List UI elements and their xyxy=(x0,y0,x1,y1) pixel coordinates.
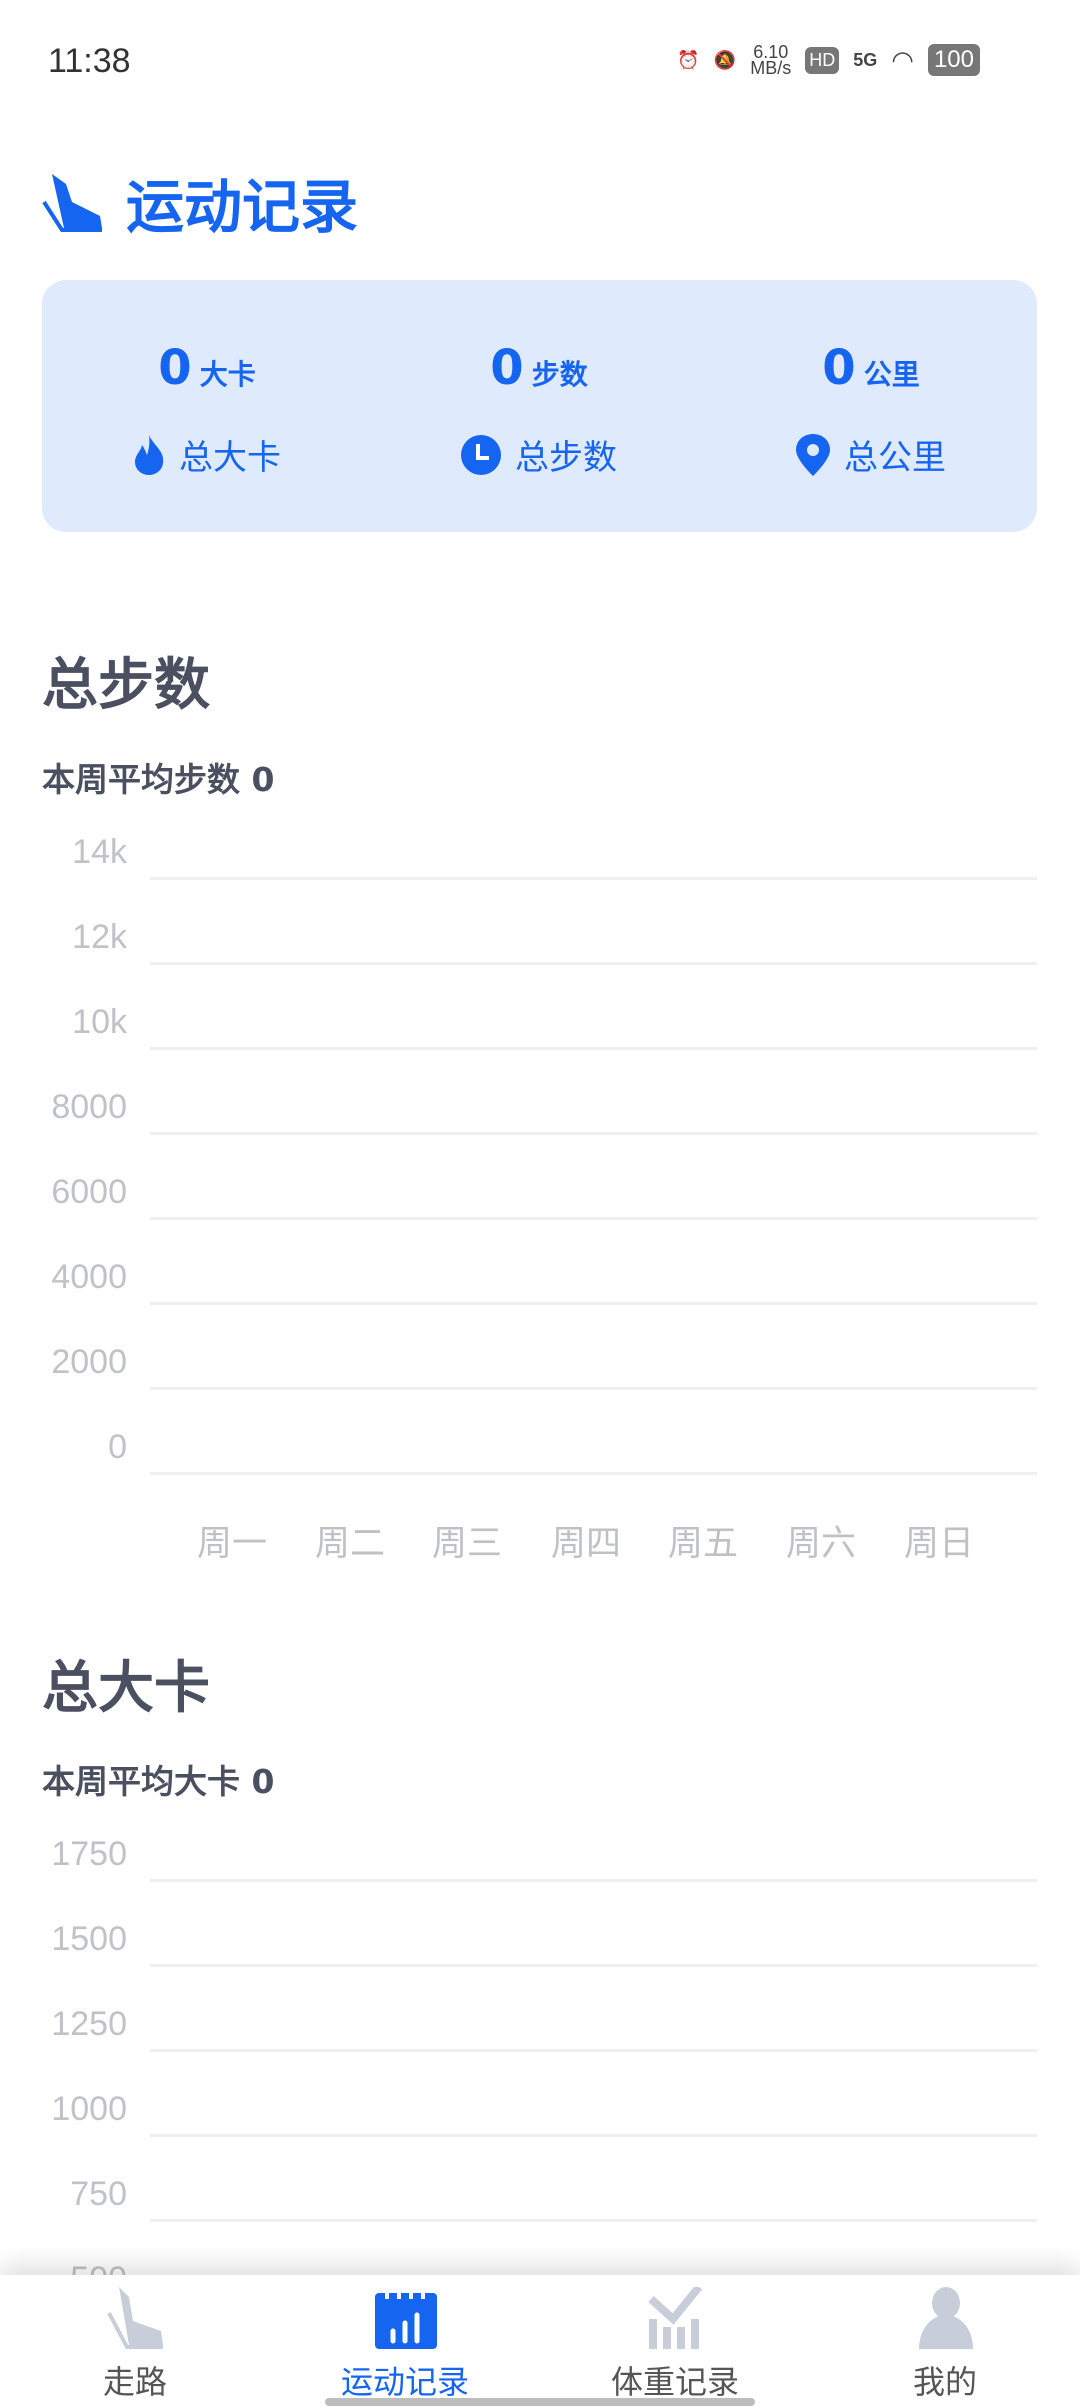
gridline xyxy=(150,877,1037,880)
calories-section-title: 总大卡 xyxy=(42,1656,210,1721)
y-tick-label: 750 xyxy=(70,2175,127,2213)
steps-unit: 步数 xyxy=(531,358,588,391)
gridline xyxy=(150,962,1037,965)
nav-me-label: 我的 xyxy=(912,2363,977,2401)
distance-value: 0 xyxy=(822,340,856,396)
gridline xyxy=(150,1047,1037,1050)
status-time: 11:38 xyxy=(48,42,131,80)
location-pin-icon xyxy=(796,433,830,476)
gridline xyxy=(150,1387,1037,1390)
x-tick-label: 周六 xyxy=(785,1524,856,1564)
x-tick-label: 周五 xyxy=(667,1524,738,1564)
gridline xyxy=(150,1217,1037,1220)
y-tick-label: 1750 xyxy=(51,1835,127,1873)
gridline xyxy=(150,1964,1037,1967)
gridline xyxy=(150,2134,1037,2137)
gridline xyxy=(150,1302,1037,1305)
nav-walk-label: 走路 xyxy=(102,2363,167,2401)
nav-weight-records-label: 体重记录 xyxy=(610,2363,739,2401)
steps-value: 0 xyxy=(490,340,524,396)
x-tick-label: 周一 xyxy=(196,1524,267,1564)
home-indicator[interactable] xyxy=(325,2398,755,2406)
flame-icon xyxy=(135,434,164,475)
y-tick-label: 1500 xyxy=(51,1920,127,1958)
battery-icon: 100 xyxy=(927,44,980,76)
y-tick-label: 10k xyxy=(72,1003,127,1041)
gridline xyxy=(150,1472,1037,1475)
nav-exercise-records[interactable]: 运动记录 xyxy=(270,2275,540,2408)
signal-icon: 5G xyxy=(853,49,878,70)
distance-unit: 公里 xyxy=(863,358,920,391)
net-speed: 6.10 MB/s xyxy=(750,43,792,78)
bottom-nav: 走路 运动记录 体重记录 我的 xyxy=(0,2275,1080,2408)
net-speed-unit: MB/s xyxy=(750,58,792,78)
alarm-icon: ⏰ xyxy=(677,49,700,70)
calories-value: 0 xyxy=(158,340,192,396)
gridline xyxy=(150,1132,1037,1135)
calendar-chart-icon xyxy=(375,2289,437,2349)
y-tick-label: 2000 xyxy=(51,1343,127,1381)
y-tick-label: 4000 xyxy=(51,1258,127,1296)
status-icons: ⏰ 🔕 6.10 MB/s HD 5G ◠ 100 xyxy=(677,43,980,78)
mute-icon: 🔕 xyxy=(713,49,737,70)
calories-unit: 大卡 xyxy=(199,358,256,391)
gridline xyxy=(150,1879,1037,1882)
nav-me[interactable]: 我的 xyxy=(810,2275,1080,2408)
x-tick-label: 周日 xyxy=(903,1524,974,1564)
shoe-icon xyxy=(107,2287,163,2349)
gridline xyxy=(150,2219,1037,2222)
hd-icon: HD xyxy=(805,46,840,74)
calories-label: 总大卡 xyxy=(179,438,281,478)
clock-icon xyxy=(461,434,501,475)
y-tick-label: 12k xyxy=(72,918,127,956)
nav-exercise-records-label: 运动记录 xyxy=(340,2363,469,2401)
x-tick-label: 周四 xyxy=(550,1524,621,1564)
stat-distance: 0 公里 总公里 xyxy=(706,280,1036,532)
wifi-icon: ◠ xyxy=(891,44,914,75)
page-title-text: 运动记录 xyxy=(126,173,359,241)
summary-card: 0 大卡 总大卡 0 步数 总步数 0 公里 总公里 xyxy=(42,280,1037,532)
person-icon xyxy=(919,2287,973,2349)
steps-weekly-average: 本周平均步数 0 xyxy=(42,760,275,799)
gridline xyxy=(150,2049,1037,2052)
y-tick-label: 0 xyxy=(108,1428,127,1466)
check-chart-icon xyxy=(648,2287,703,2349)
x-tick-label: 周三 xyxy=(431,1524,502,1564)
stat-steps: 0 步数 总步数 xyxy=(374,280,704,532)
nav-walk[interactable]: 走路 xyxy=(0,2275,270,2408)
calories-weekly-average: 本周平均大卡 0 xyxy=(42,1762,275,1801)
y-tick-label: 1000 xyxy=(51,2090,127,2128)
steps-section-title: 总步数 xyxy=(42,653,210,718)
steps-label: 总步数 xyxy=(515,438,617,478)
y-tick-label: 14k xyxy=(72,833,127,871)
y-tick-label: 6000 xyxy=(51,1173,127,1211)
nav-weight-records[interactable]: 体重记录 xyxy=(540,2275,810,2408)
y-tick-label: 8000 xyxy=(51,1088,127,1126)
status-bar: 11:38 ⏰ 🔕 6.10 MB/s HD 5G ◠ 100 xyxy=(0,0,1080,120)
page-title: 运动记录 xyxy=(42,160,358,244)
distance-label: 总公里 xyxy=(844,438,946,478)
stat-calories: 0 大卡 总大卡 xyxy=(42,280,372,532)
shoe-icon xyxy=(42,174,102,232)
x-tick-label: 周二 xyxy=(314,1524,385,1564)
y-tick-label: 1250 xyxy=(51,2005,127,2043)
